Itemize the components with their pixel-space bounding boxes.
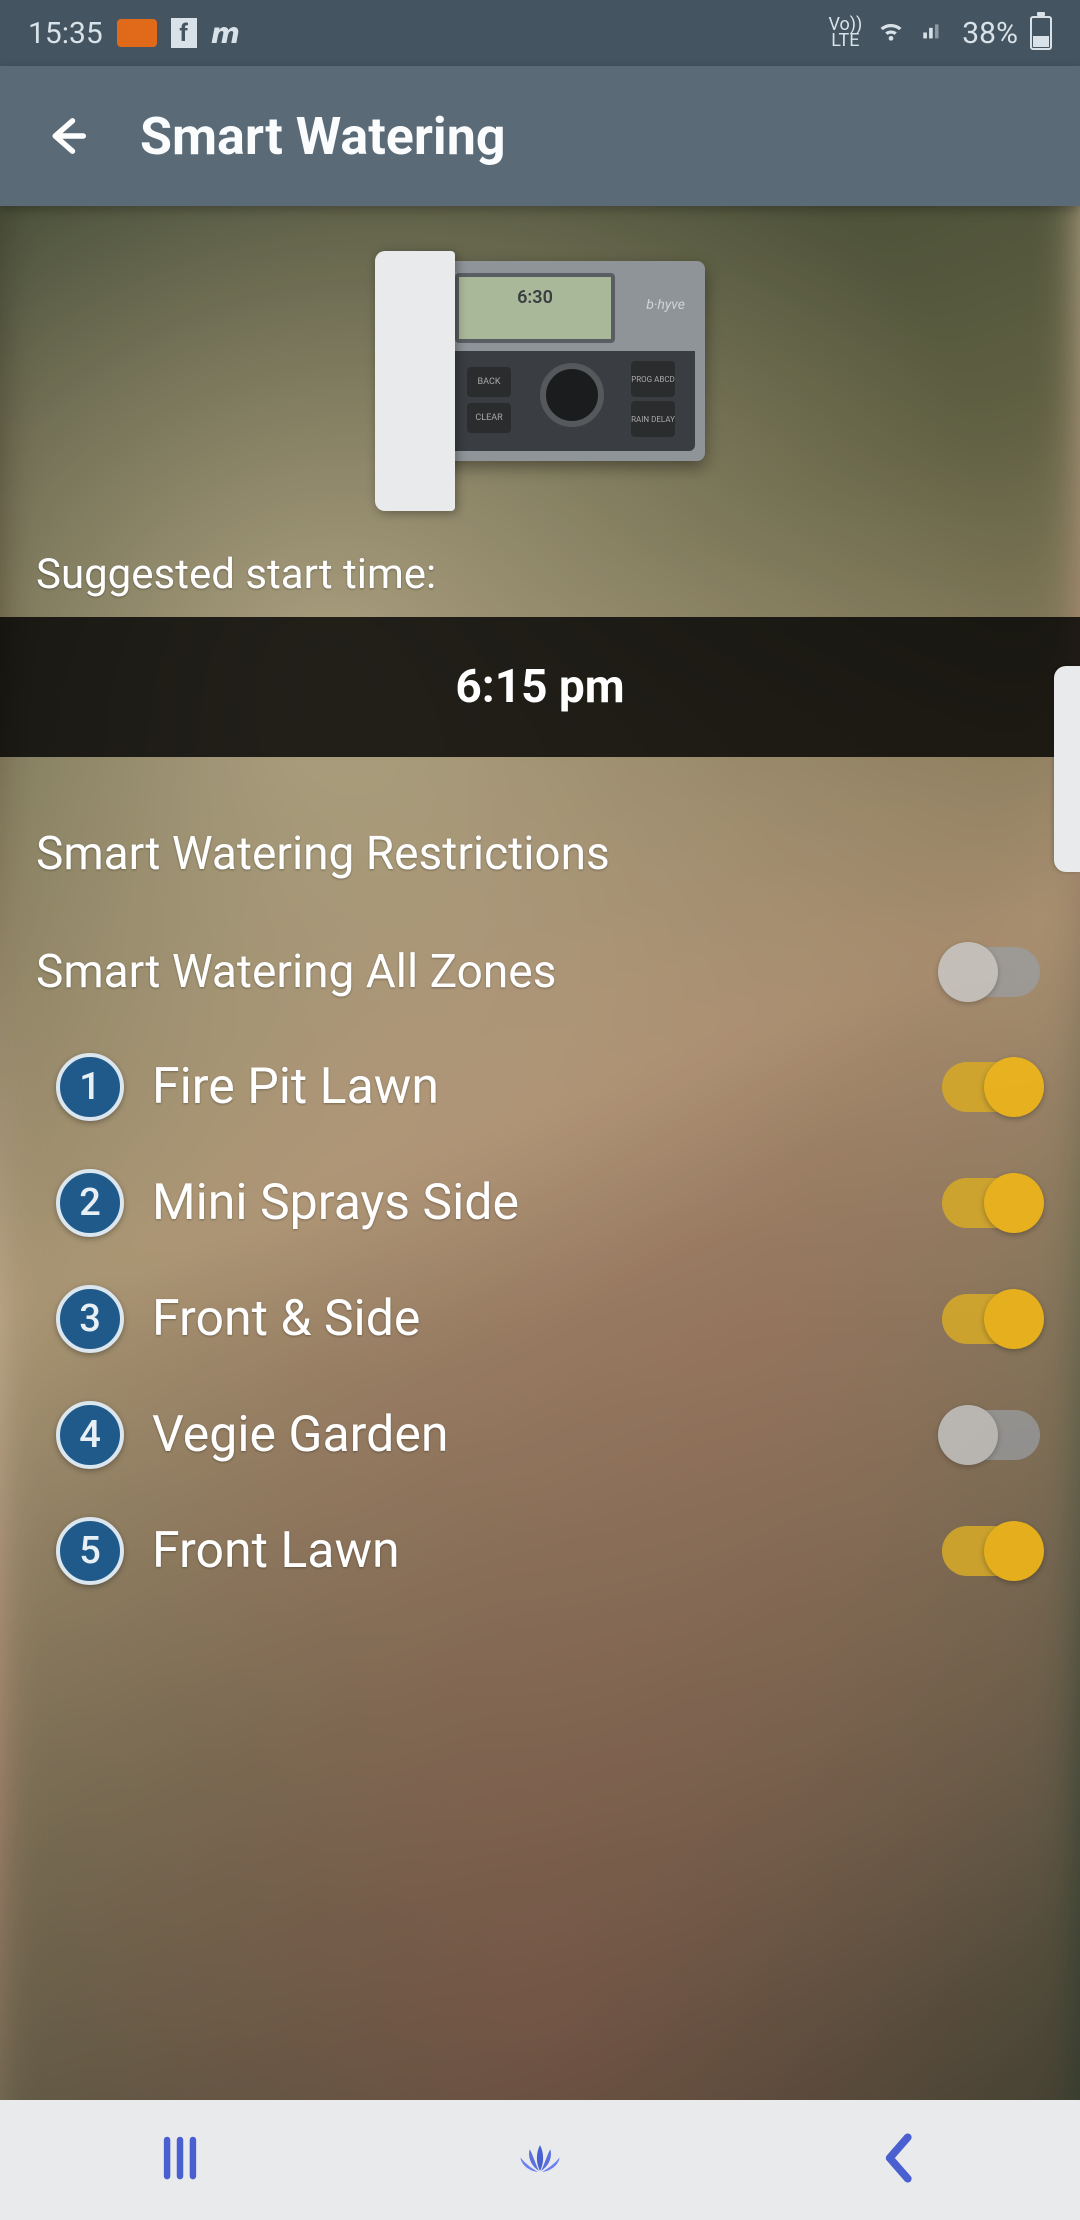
facebook-icon: f <box>171 18 197 48</box>
zone-badge: 4 <box>56 1401 124 1469</box>
zone-toggle[interactable] <box>942 1410 1040 1460</box>
page-title: Smart Watering <box>140 106 506 167</box>
zone-row: 1 Fire Pit Lawn <box>0 1029 1080 1145</box>
restrictions-link[interactable]: Smart Watering Restrictions <box>0 757 1080 901</box>
zone-toggle[interactable] <box>942 1526 1040 1576</box>
lotus-home-icon <box>509 2127 571 2189</box>
main-content: 6:30 b·hyve BACK CLEAR PROG ABCD RAIN DE… <box>0 206 1080 2100</box>
zone-name: Front & Side <box>152 1290 942 1348</box>
back-button[interactable] <box>36 106 96 166</box>
all-zones-label: Smart Watering All Zones <box>36 945 942 999</box>
suggested-start-value: 6:15 pm <box>455 660 624 714</box>
status-time: 15:35 <box>28 16 103 51</box>
device-btn-prog: PROG ABCD <box>631 361 675 397</box>
zone-row: 2 Mini Sprays Side <box>0 1145 1080 1261</box>
abc-icon: 𝙢 <box>211 17 237 50</box>
zone-badge: 3 <box>56 1285 124 1353</box>
zone-name: Vegie Garden <box>152 1406 942 1464</box>
graduation-icon <box>117 19 157 47</box>
zone-badge: 1 <box>56 1053 124 1121</box>
zone-name: Mini Sprays Side <box>152 1174 942 1232</box>
status-bar: 15:35 f 𝙢 Vo)) LTE 38% <box>0 0 1080 66</box>
signal-icon <box>920 15 950 51</box>
zone-row: 5 Front Lawn <box>0 1493 1080 1609</box>
device-screen-time: 6:30 <box>459 277 611 308</box>
scroll-handle[interactable] <box>1054 666 1080 872</box>
device-illustration: 6:30 b·hyve BACK CLEAR PROG ABCD RAIN DE… <box>0 206 1080 536</box>
chevron-left-icon <box>869 2127 931 2189</box>
zone-toggle[interactable] <box>942 1178 1040 1228</box>
device-btn-clear: CLEAR <box>467 403 511 433</box>
suggested-start-label: Suggested start time: <box>0 536 1080 617</box>
nav-home-button[interactable] <box>509 2127 571 2193</box>
battery-percent: 38% <box>962 16 1018 51</box>
device-brand: b·hyve <box>646 297 685 313</box>
zone-badge: 5 <box>56 1517 124 1585</box>
all-zones-toggle[interactable] <box>942 947 1040 997</box>
zone-toggle[interactable] <box>942 1294 1040 1344</box>
device-door <box>375 251 455 511</box>
volte-icon: Vo)) LTE <box>828 17 862 49</box>
battery-icon <box>1030 16 1052 50</box>
arrow-left-icon <box>40 110 92 162</box>
zone-row: 3 Front & Side <box>0 1261 1080 1377</box>
zone-row: 4 Vegie Garden <box>0 1377 1080 1493</box>
device-dial <box>540 363 604 427</box>
zone-name: Front Lawn <box>152 1522 942 1580</box>
device-btn-rain: RAIN DELAY <box>631 401 675 437</box>
app-bar: Smart Watering <box>0 66 1080 206</box>
device-btn-back: BACK <box>467 367 511 397</box>
all-zones-row: Smart Watering All Zones <box>0 901 1080 1029</box>
zone-badge: 2 <box>56 1169 124 1237</box>
nav-bar <box>0 2100 1080 2220</box>
nav-back-button[interactable] <box>869 2127 931 2193</box>
nav-recent-button[interactable] <box>149 2127 211 2193</box>
zone-name: Fire Pit Lawn <box>152 1058 942 1116</box>
suggested-start-time[interactable]: 6:15 pm <box>0 617 1080 757</box>
recent-apps-icon <box>149 2127 211 2189</box>
zone-toggle[interactable] <box>942 1062 1040 1112</box>
wifi-icon <box>874 15 908 51</box>
